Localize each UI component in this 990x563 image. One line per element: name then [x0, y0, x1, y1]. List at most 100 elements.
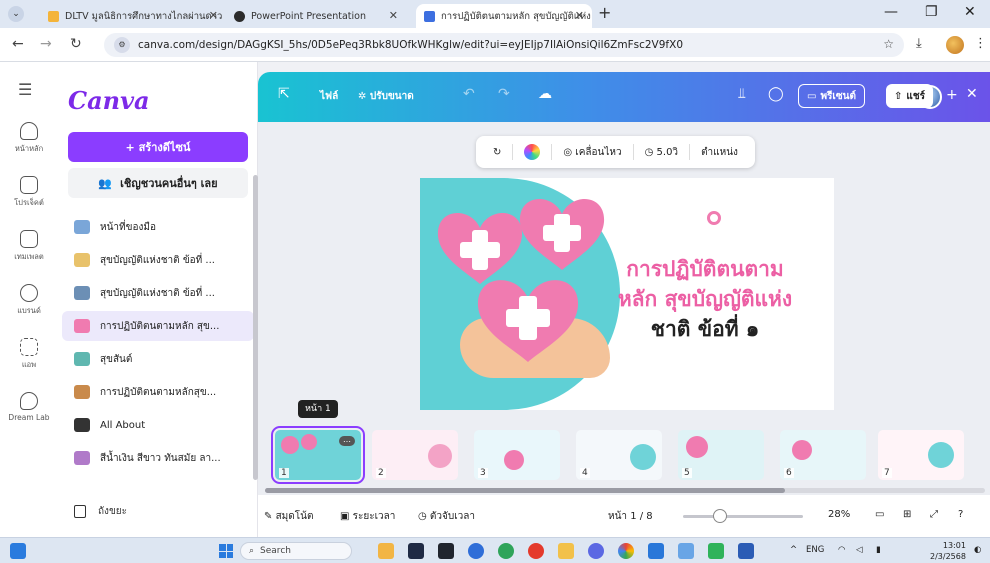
browser-menu-icon[interactable]: ⋮: [974, 36, 987, 51]
undo-icon[interactable]: ↶: [463, 86, 475, 102]
cloud-saved-icon[interactable]: ☁: [538, 86, 552, 102]
profile-avatar-icon[interactable]: [946, 36, 964, 54]
resize-menu[interactable]: ✲ ปรับขนาด: [358, 89, 414, 104]
tray-overflow-icon[interactable]: ^: [790, 545, 797, 555]
windows-start-icon[interactable]: [219, 544, 233, 558]
tab-close-icon[interactable]: ✕: [209, 9, 218, 22]
rail-item-apps[interactable]: แอพ: [0, 338, 58, 371]
redo-icon[interactable]: ↷: [498, 86, 510, 102]
tab-canva-active[interactable]: การปฏิบัติตนตามหลัก สุขบัญญัติแห่ง ✕: [416, 4, 592, 28]
add-collaborator-icon[interactable]: +: [946, 87, 958, 103]
widgets-icon[interactable]: [10, 543, 26, 559]
list-item[interactable]: การปฏิบัติตนตามหลักสุข...: [62, 377, 254, 407]
list-item[interactable]: หน้าที่ของมือ: [62, 212, 254, 242]
share-button[interactable]: ⇧ แชร์: [886, 84, 933, 108]
word-icon[interactable]: [738, 543, 754, 559]
new-tab-button[interactable]: +: [598, 3, 611, 22]
canva-logo[interactable]: Canva: [68, 86, 150, 115]
rotate-icon[interactable]: ↻: [493, 147, 501, 158]
battery-icon[interactable]: ▮: [876, 545, 881, 555]
more-options-icon[interactable]: …: [339, 436, 355, 446]
page-thumbnail[interactable]: … 1: [271, 426, 365, 484]
page-thumbnail[interactable]: 4: [576, 430, 662, 480]
volume-icon[interactable]: ◁: [856, 545, 863, 555]
list-item[interactable]: สีน้ำเงิน สีขาว ทันสมัย ลา...: [62, 443, 254, 473]
file-menu[interactable]: ไฟล์: [320, 89, 338, 104]
insights-chart-icon[interactable]: ⫫: [738, 86, 746, 102]
slide-canvas[interactable]: การปฏิบัติตนตาม หลัก สุขบัญญัติแห่ง ชาติ…: [420, 178, 834, 410]
zoom-level[interactable]: 28%: [828, 509, 850, 520]
page-thumbnail[interactable]: 3: [474, 430, 560, 480]
clock[interactable]: 13:01 2/3/2568: [930, 540, 966, 562]
page-thumbnail[interactable]: 6: [780, 430, 866, 480]
chrome-icon[interactable]: [618, 543, 634, 559]
app-icon[interactable]: [408, 543, 424, 559]
rail-item-brand[interactable]: แบรนด์: [0, 284, 58, 317]
help-icon[interactable]: ?: [958, 509, 963, 520]
thumbnails-scrollbar[interactable]: [265, 488, 985, 493]
back-icon[interactable]: ←: [12, 36, 24, 52]
rail-item-projects[interactable]: โปรเจ็คต์: [0, 176, 58, 209]
zoom-slider-handle[interactable]: [713, 509, 727, 523]
grid-view-icon[interactable]: ⊞: [903, 509, 911, 520]
site-info-icon[interactable]: ⚙: [114, 37, 130, 53]
language-indicator[interactable]: ENG: [806, 545, 824, 555]
notifications-icon[interactable]: ◐: [974, 545, 981, 555]
page-thumbnail[interactable]: 5: [678, 430, 764, 480]
reload-icon[interactable]: ↻: [70, 36, 82, 52]
present-button[interactable]: ▭ พรีเซนต์: [798, 84, 865, 108]
invite-button[interactable]: 👥 เชิญชวนคนอื่นๆ เลย: [68, 168, 248, 198]
wifi-icon[interactable]: ◠: [838, 545, 845, 555]
page-thumbnail[interactable]: 2: [372, 430, 458, 480]
forward-icon[interactable]: →: [40, 36, 52, 52]
maximize-button[interactable]: ❐: [925, 4, 938, 20]
notes-button[interactable]: ✎ สมุดโน้ต: [264, 509, 313, 524]
rail-item-templates[interactable]: เทมเพลต: [0, 230, 58, 263]
minimize-button[interactable]: —: [884, 4, 898, 20]
page-thumbnail[interactable]: 7: [878, 430, 964, 480]
app-icon[interactable]: [498, 543, 514, 559]
tab-close-icon[interactable]: ✕: [389, 9, 398, 22]
taskbar-search[interactable]: ⌕ Search: [240, 542, 352, 560]
fullscreen-icon[interactable]: ⤢: [930, 509, 938, 520]
app-icon[interactable]: [438, 543, 454, 559]
rail-item-dream-lab[interactable]: Dream Lab: [0, 392, 58, 422]
photos-icon[interactable]: [678, 543, 694, 559]
url-bar[interactable]: ⚙ canva.com/design/DAGgKSI_5hs/0D5ePeq3R…: [104, 33, 904, 57]
duration-button[interactable]: ◷ 5.0วิ: [645, 145, 678, 160]
opera-icon[interactable]: [528, 543, 544, 559]
close-editor-icon[interactable]: ✕: [966, 86, 978, 102]
file-explorer-icon[interactable]: [558, 543, 574, 559]
comment-icon[interactable]: ◯: [768, 86, 784, 102]
list-item-active[interactable]: การปฏิบัติตนตามหลัก สุข...: [62, 311, 254, 341]
list-item[interactable]: All About: [62, 410, 254, 440]
trash-button[interactable]: ถังขยะ: [74, 504, 127, 519]
app-icon[interactable]: [378, 543, 394, 559]
list-item[interactable]: สุขสันต์: [62, 344, 254, 374]
tab-powerpoint[interactable]: PowerPoint Presentation ✕: [226, 4, 416, 28]
rail-item-home[interactable]: หน้าหลัก: [0, 122, 58, 155]
hamburger-menu-icon[interactable]: ☰: [18, 80, 32, 99]
line-icon[interactable]: [708, 543, 724, 559]
timer-button[interactable]: ◷ ตัวจับเวลา: [418, 509, 475, 524]
window-close-button[interactable]: ✕: [964, 4, 976, 20]
pages-view-icon[interactable]: ▭: [875, 509, 884, 520]
tab-dltv[interactable]: DLTV มูลนิธิการศึกษาทางไกลผ่านดาว ✕: [40, 4, 226, 28]
bookmark-star-icon[interactable]: ☆: [883, 37, 894, 51]
tab-close-icon[interactable]: ✕: [575, 9, 584, 22]
slide-title[interactable]: การปฏิบัติตนตาม หลัก สุขบัญญัติแห่ง ชาติ…: [580, 254, 830, 344]
home-external-icon[interactable]: ⇱: [278, 86, 290, 102]
create-design-button[interactable]: + สร้างดีไซน์: [68, 132, 248, 162]
tab-search-icon[interactable]: ⌄: [8, 6, 24, 22]
timeline-button[interactable]: ▣ ระยะเวลา: [340, 509, 395, 524]
zoom-slider[interactable]: [683, 509, 803, 523]
page-indicator[interactable]: หน้า 1 / 8: [608, 509, 653, 524]
discord-icon[interactable]: [588, 543, 604, 559]
list-item[interactable]: สุขบัญญัติแห่งชาติ ข้อที่ ...: [62, 278, 254, 308]
animate-button[interactable]: ◎ เคลื่อนไหว: [563, 145, 621, 160]
app-icon[interactable]: [468, 543, 484, 559]
list-item[interactable]: สุขบัญญัติแห่งชาติ ข้อที่ ...: [62, 245, 254, 275]
download-icon[interactable]: ⤓: [916, 36, 922, 51]
color-picker-icon[interactable]: [524, 144, 541, 160]
position-button[interactable]: ตำแหน่ง: [701, 145, 738, 160]
